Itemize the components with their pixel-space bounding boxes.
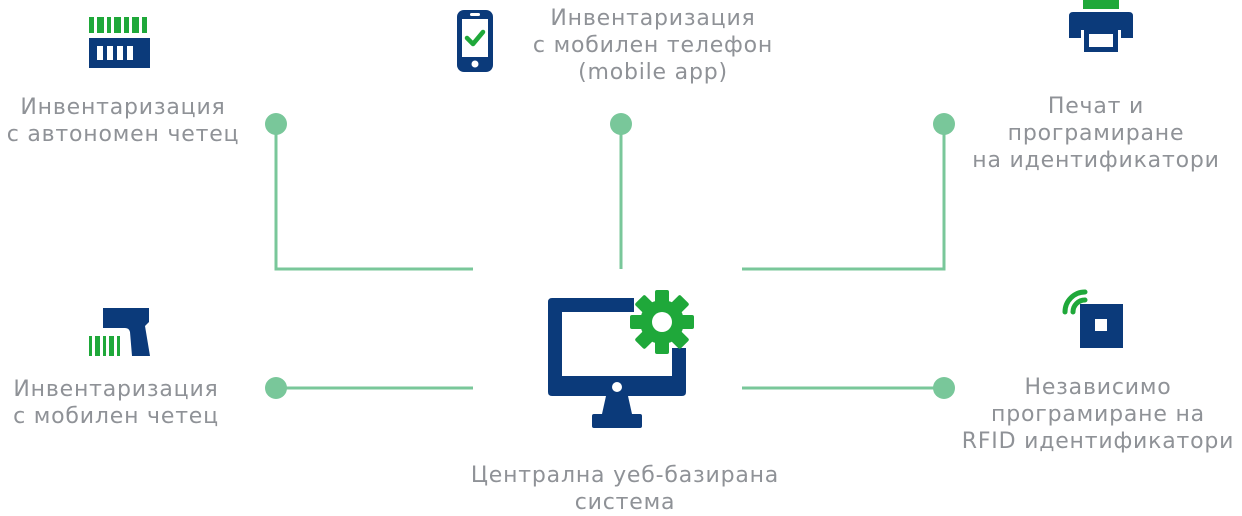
- connector-dot-mobile-reader: [265, 377, 287, 399]
- label-line: Инвентаризация: [20, 95, 226, 120]
- smartphone-check-icon: [457, 10, 493, 72]
- label-rfid-programming: Независимо програмиране на RFID идентифи…: [956, 374, 1240, 455]
- label-line: Независимо: [1024, 375, 1172, 400]
- label-line: Централна уеб-базирана: [470, 463, 780, 488]
- label-mobile-phone: Инвентаризация с мобилен телефон (mobile…: [516, 5, 790, 86]
- connector-dot-rfid: [933, 377, 955, 399]
- connector-dot-mobile-phone: [610, 113, 632, 135]
- label-line: с мобилен телефон: [532, 33, 774, 58]
- barcode-reader-icon: [89, 17, 150, 68]
- label-central-system: Централна уеб-базирана система: [460, 462, 790, 516]
- label-line: Инвентаризация: [550, 6, 756, 31]
- printer-icon: [1069, 0, 1133, 52]
- connector-dot-standalone-reader: [265, 113, 287, 135]
- connector-standalone-reader: [274, 124, 473, 271]
- rfid-tag-icon: [1062, 289, 1123, 348]
- monitor-gear-icon: [548, 290, 694, 428]
- label-printing: Печат и програмиране на идентификатори: [966, 93, 1226, 174]
- connector-printing: [742, 124, 946, 271]
- label-mobile-reader: Инвентаризация с мобилен четец: [0, 376, 232, 430]
- label-line: програмиране: [1007, 121, 1185, 146]
- label-line: Инвентаризация: [13, 377, 219, 402]
- connector-dot-printing: [933, 113, 955, 135]
- handheld-scanner-icon: [89, 308, 150, 356]
- label-standalone-reader: Инвентаризация с автономен четец: [0, 94, 246, 148]
- label-line: с автономен четец: [6, 122, 240, 147]
- label-line: с мобилен четец: [13, 404, 219, 429]
- label-line: програмиране на: [991, 402, 1205, 427]
- label-line: RFID идентификатори: [961, 429, 1235, 454]
- label-line: (mobile app): [578, 60, 728, 85]
- label-line: Печат и: [1047, 94, 1145, 119]
- label-line: на идентификатори: [972, 148, 1220, 173]
